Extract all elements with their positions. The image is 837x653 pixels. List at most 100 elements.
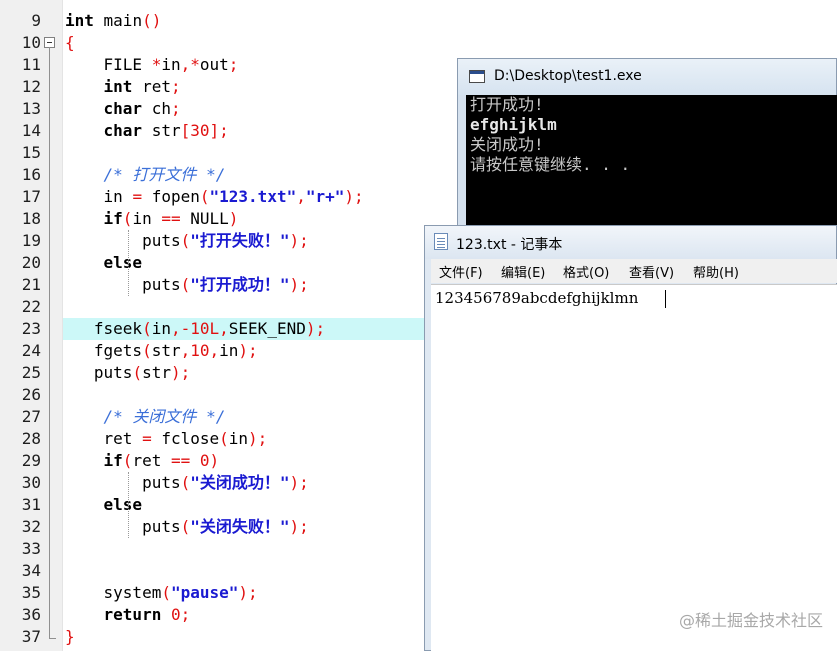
indent-guide <box>128 472 129 538</box>
line-number: 29 <box>21 451 41 470</box>
code-text: { <box>65 32 75 54</box>
code-token: { <box>65 33 75 52</box>
code-token: ( <box>122 209 133 228</box>
line-number: 37 <box>21 627 41 646</box>
notepad-text-area[interactable]: 123456789abcdefghijklmn <box>431 284 837 653</box>
fold-line-icon <box>44 340 55 362</box>
fold-line-icon <box>44 76 55 98</box>
code-token: in <box>65 187 133 206</box>
line-number: 31 <box>21 495 41 514</box>
code-token: ret <box>132 451 171 470</box>
code-token: puts <box>65 231 181 250</box>
code-text: in = fopen("123.txt","r+"); <box>65 186 364 208</box>
console-titlebar[interactable]: D:\Desktop\test1.exe <box>458 59 836 95</box>
code-token: ); <box>289 231 309 250</box>
line-number: 15 <box>21 143 41 162</box>
code-token: if <box>103 209 123 228</box>
code-token: ) <box>209 451 220 470</box>
code-token: else <box>103 495 143 514</box>
fold-line-icon <box>44 406 55 428</box>
code-line[interactable]: 9 int main() <box>0 10 837 32</box>
code-token: puts <box>65 517 181 536</box>
fold-line-icon <box>44 252 55 274</box>
code-token: ); <box>344 187 364 206</box>
code-token: * <box>151 55 162 74</box>
line-number: 21 <box>21 275 41 294</box>
code-token: else <box>103 253 143 272</box>
console-line: 关闭成功! <box>470 135 544 154</box>
code-text: char str[30]; <box>65 120 229 142</box>
code-line[interactable]: 23 fseek(in,-10L,SEEK_END); <box>22 318 425 340</box>
menu-format[interactable]: 格式(O) <box>563 262 609 281</box>
code-token: out <box>199 55 229 74</box>
fold-line-icon <box>44 494 55 516</box>
code-token: ]; <box>209 121 229 140</box>
line-number: 16 <box>21 165 41 184</box>
line-number: 9 <box>31 11 41 30</box>
fold-end-icon <box>44 626 56 648</box>
fold-line-icon <box>44 230 55 252</box>
fold-line-icon <box>44 538 55 560</box>
fold-line-icon <box>44 274 55 296</box>
code-token: system <box>65 583 162 602</box>
line-number: 28 <box>21 429 41 448</box>
code-token: ( <box>199 187 210 206</box>
code-token: NULL <box>180 209 229 228</box>
code-line[interactable]: 10 { <box>0 32 837 54</box>
code-token: fseek <box>65 319 143 338</box>
menu-file[interactable]: 文件(F) <box>439 262 483 281</box>
code-token: in <box>151 319 171 338</box>
code-text: puts("打开失败！"); <box>65 230 309 252</box>
code-token: ; <box>180 605 191 624</box>
code-token: ret <box>65 429 143 448</box>
code-token: , <box>209 341 220 360</box>
fold-line-icon <box>44 560 55 582</box>
code-token: ( <box>180 473 191 492</box>
code-token: , <box>296 187 306 206</box>
code-token: fopen <box>142 187 200 206</box>
code-token: /* 关闭文件 */ <box>103 407 226 426</box>
code-token: ( <box>142 319 152 338</box>
code-token: ); <box>170 363 191 382</box>
code-text: /* 关闭文件 */ <box>65 406 226 428</box>
code-token: "打开失败！" <box>190 231 290 250</box>
fold-collapse-icon[interactable] <box>44 32 55 54</box>
notepad-titlebar[interactable]: 123.txt - 记事本 <box>425 226 836 259</box>
code-text: else <box>65 252 143 274</box>
console-window[interactable]: D:\Desktop\test1.exe 打开成功! efghijklm 关闭成… <box>457 58 837 239</box>
fold-line-icon <box>44 604 55 626</box>
notepad-content: 123456789abcdefghijklmn <box>435 289 639 307</box>
code-token: fclose <box>151 429 220 448</box>
code-token: ( <box>161 583 171 602</box>
console-window-icon <box>469 70 485 83</box>
fold-line-icon <box>44 318 55 340</box>
line-number: 36 <box>21 605 41 624</box>
code-token: ); <box>289 473 309 492</box>
menu-view[interactable]: 查看(V) <box>629 262 674 281</box>
fold-line-icon <box>44 54 55 76</box>
fold-line-icon <box>44 208 55 230</box>
code-text: puts(str); <box>65 362 190 384</box>
menu-edit[interactable]: 编辑(E) <box>501 262 545 281</box>
code-token: ( <box>122 451 133 470</box>
fold-line-icon <box>44 98 55 120</box>
line-number: 10 <box>21 33 41 52</box>
code-text: FILE *in,*out; <box>65 54 239 76</box>
line-number: 34 <box>21 561 41 580</box>
code-token: SEEK_END <box>228 319 306 338</box>
code-token: ret <box>132 77 171 96</box>
code-token: ); <box>289 517 309 536</box>
code-token: puts <box>65 363 133 382</box>
code-token: = <box>132 187 143 206</box>
fold-line-icon <box>44 582 55 604</box>
notepad-menubar: 文件(F) 编辑(E) 格式(O) 查看(V) 帮助(H) <box>431 259 837 283</box>
code-token: if <box>103 451 123 470</box>
fold-line-icon <box>44 472 55 494</box>
menu-help[interactable]: 帮助(H) <box>693 262 739 281</box>
notepad-window[interactable]: 123.txt - 记事本 文件(F) 编辑(E) 格式(O) 查看(V) 帮助… <box>424 225 837 653</box>
code-text: if(in == NULL) <box>65 208 239 230</box>
line-number: 25 <box>21 363 41 382</box>
